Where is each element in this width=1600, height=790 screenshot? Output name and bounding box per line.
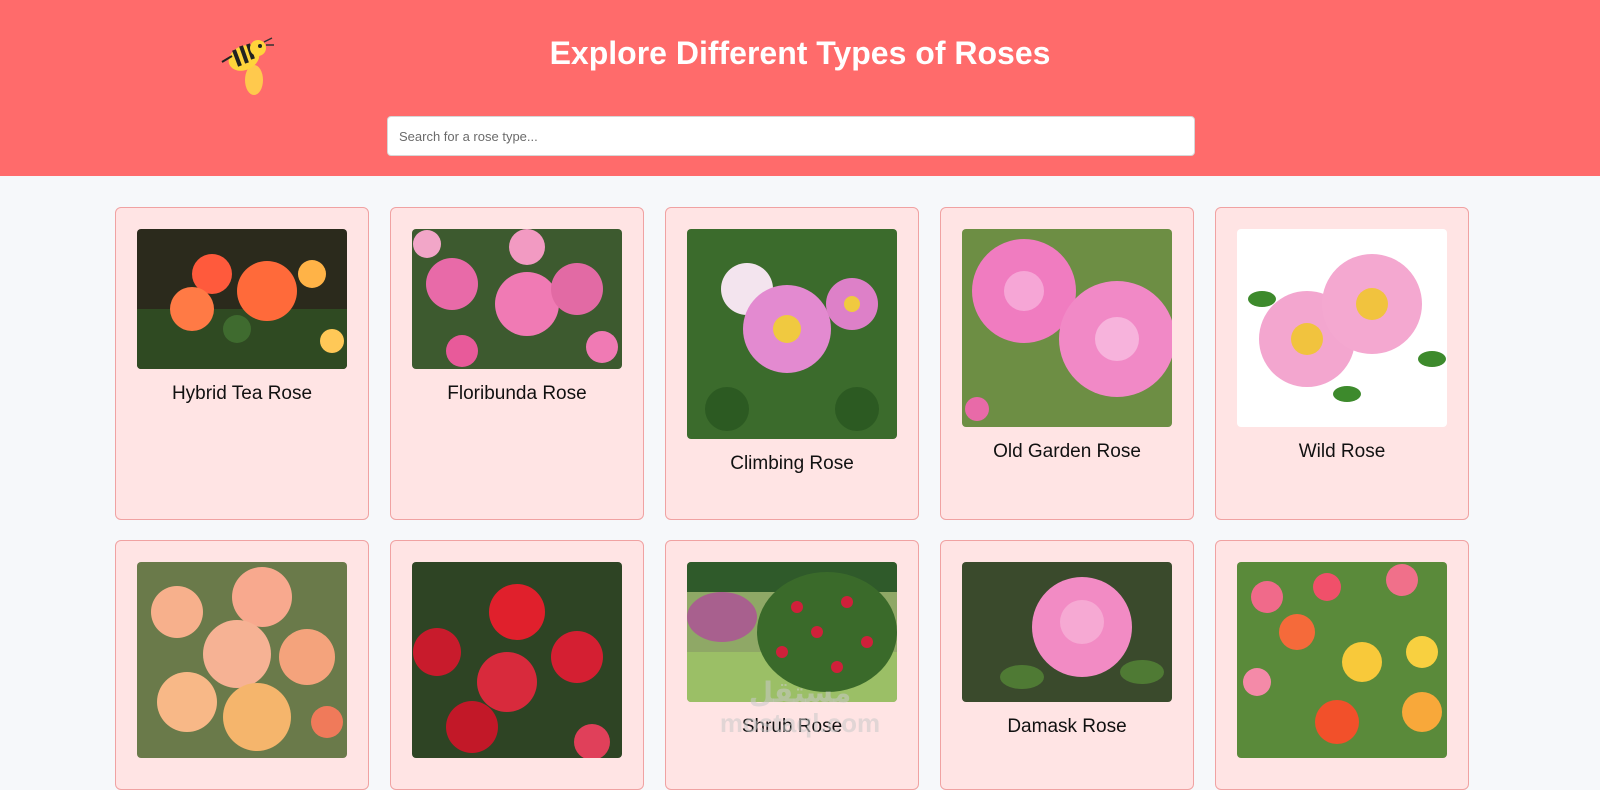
rose-image-wild — [1237, 229, 1447, 427]
rose-card-old-garden[interactable]: Old Garden Rose — [940, 207, 1194, 520]
rose-image — [412, 562, 622, 758]
rose-name: Hybrid Tea Rose — [171, 383, 313, 404]
rose-name: Floribunda Rose — [447, 383, 587, 404]
rose-card[interactable] — [115, 540, 369, 790]
rose-card-floribunda[interactable]: Floribunda Rose — [390, 207, 644, 520]
search-input[interactable] — [387, 116, 1195, 156]
rose-name: Wild Rose — [1298, 441, 1386, 462]
rose-image — [137, 562, 347, 758]
rose-image-old-garden — [962, 229, 1172, 427]
page-title: Explore Different Types of Roses — [549, 35, 1051, 71]
rose-image-shrub — [687, 562, 897, 702]
rose-card-shrub[interactable]: Shrub Rose — [665, 540, 919, 790]
rose-name: Shrub Rose — [741, 716, 843, 737]
rose-image-floribunda — [412, 229, 622, 369]
rose-image-damask — [962, 562, 1172, 702]
rose-name: Climbing Rose — [730, 453, 854, 474]
rose-card-damask[interactable]: Damask Rose — [940, 540, 1194, 790]
rose-card[interactable] — [1215, 540, 1469, 790]
rose-name: Damask Rose — [1007, 716, 1127, 737]
rose-card-hybrid-tea[interactable]: Hybrid Tea Rose — [115, 207, 369, 520]
rose-image — [1237, 562, 1447, 758]
rose-image-climbing — [687, 229, 897, 439]
page-header: Explore Different Types of Roses — [0, 0, 1600, 176]
rose-card-climbing[interactable]: Climbing Rose — [665, 207, 919, 520]
rose-card[interactable] — [390, 540, 644, 790]
rose-name: Old Garden Rose — [993, 441, 1141, 462]
rose-image-hybrid-tea — [137, 229, 347, 369]
rose-card-wild[interactable]: Wild Rose — [1215, 207, 1469, 520]
